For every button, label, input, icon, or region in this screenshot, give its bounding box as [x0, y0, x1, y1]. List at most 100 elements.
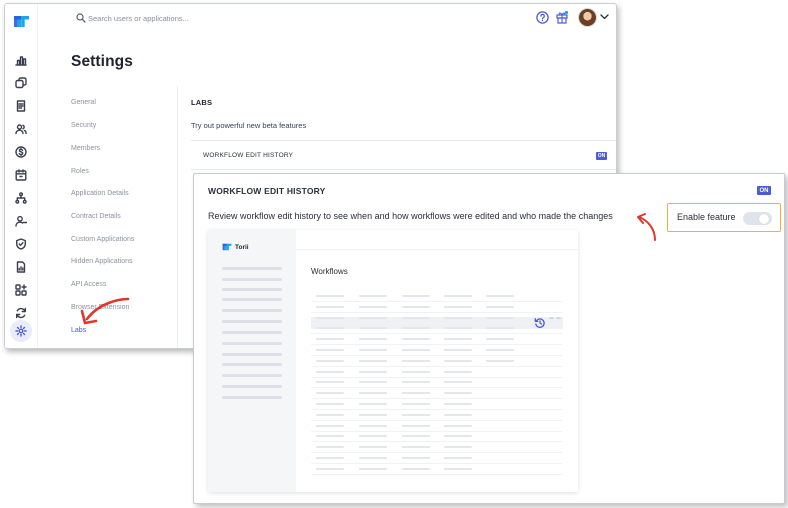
preview-table-cell: [402, 338, 430, 341]
preview-table-cell: [444, 392, 472, 395]
preview-table-cell: [359, 305, 387, 308]
preview-table-cell: [402, 316, 430, 319]
preview-logo: Torii: [222, 243, 249, 251]
chevron-down-icon[interactable]: [600, 14, 609, 20]
preview-row-divider: [311, 441, 563, 443]
sync-icon[interactable]: [13, 305, 29, 321]
preview-table-cell: [486, 305, 514, 308]
preview-table-cell: [316, 413, 344, 416]
nav-item-roles[interactable]: Roles: [71, 168, 89, 175]
preview-sidebar-bar: [222, 331, 282, 334]
feature-row-workflow-edit-history[interactable]: WORKFLOW EDIT HISTORY ON: [191, 140, 616, 170]
preview-table-cell: [549, 316, 554, 319]
preview-row-divider: [311, 301, 563, 302]
preview-table-cell: [402, 349, 430, 351]
search-icon: [76, 13, 86, 23]
preview-row-divider: [311, 409, 563, 410]
preview-table-cell: [402, 327, 430, 330]
preview-row-divider: [311, 473, 563, 475]
nav-divider: [177, 86, 178, 348]
preview-table-cell: [316, 305, 344, 308]
renewals-icon[interactable]: [13, 167, 29, 183]
preview-table-cell: [316, 327, 344, 330]
preview-row-divider: [311, 419, 563, 421]
preview-table-cell: [402, 381, 430, 384]
nav-item-general[interactable]: General: [71, 99, 96, 106]
help-icon[interactable]: [536, 11, 549, 24]
preview-table-cell: [402, 413, 430, 416]
page-title: Settings: [71, 53, 133, 70]
preview-sidebar-bar: [222, 309, 282, 312]
workflows-icon[interactable]: [13, 190, 29, 206]
contracts-icon[interactable]: [13, 98, 29, 114]
preview-table-cell: [316, 424, 344, 427]
preview-table-cell: [402, 295, 430, 297]
nav-item-custom-applications[interactable]: Custom Applications: [71, 236, 134, 243]
gift-icon[interactable]: [555, 10, 569, 24]
preview-table-cell: [359, 403, 387, 405]
preview-row-divider: [311, 365, 563, 367]
preview-table-cell: [359, 359, 387, 362]
search-input[interactable]: [88, 11, 288, 25]
preview-table-cell: [359, 392, 387, 395]
preview-sidebar-bar: [222, 385, 282, 388]
preview-table-cell: [316, 359, 344, 362]
preview-table-cell: [359, 316, 387, 319]
preview-table-cell: [402, 403, 430, 405]
preview-table-cell: [444, 403, 472, 405]
offboarding-icon[interactable]: [13, 213, 29, 229]
preview-table-cell: [359, 370, 387, 373]
nav-item-hidden-applications[interactable]: Hidden Applications: [71, 258, 133, 265]
reports-icon[interactable]: [13, 259, 29, 275]
preview-sidebar-bar: [222, 374, 282, 377]
preview-table-cell: [316, 457, 344, 459]
preview-row-divider: [311, 463, 563, 464]
preview-table-cell: [402, 435, 430, 438]
preview-sidebar-bar: [222, 267, 282, 270]
preview-title: Workflows: [311, 267, 348, 276]
preview-topbar: [296, 230, 578, 250]
preview-table-cell: [402, 392, 430, 395]
integrations-icon[interactable]: [13, 282, 29, 298]
preview-table-cell: [359, 327, 387, 330]
preview-sidebar-bar: [222, 320, 282, 323]
preview-illustration: Torii Workflows: [208, 230, 578, 492]
preview-sidebar-bar: [222, 298, 282, 301]
users-icon[interactable]: [13, 121, 29, 137]
nav-item-security[interactable]: Security: [71, 122, 96, 129]
applications-icon[interactable]: [13, 75, 29, 91]
preview-table-cell: [444, 327, 472, 330]
preview-table-cell: [359, 435, 387, 438]
preview-table-cell: [359, 295, 387, 297]
preview-table-cell: [316, 338, 344, 341]
nav-item-application-details[interactable]: Application Details: [71, 190, 129, 197]
preview-sidebar-bar: [222, 342, 282, 345]
avatar[interactable]: [578, 8, 597, 27]
preview-table-cell: [316, 467, 344, 470]
preview-table-cell: [402, 370, 430, 373]
preview-table-cell: [444, 305, 472, 308]
preview-table-cell: [359, 338, 387, 341]
preview-table-cell: [402, 359, 430, 362]
preview-table-cell: [316, 295, 344, 297]
security-icon[interactable]: [13, 236, 29, 252]
expenses-icon[interactable]: [13, 144, 29, 160]
preview-table-cell: [444, 435, 472, 438]
preview-table-cell: [359, 446, 387, 449]
nav-item-contract-details[interactable]: Contract Details: [71, 213, 121, 220]
preview-table-cell: [359, 424, 387, 427]
nav-item-api-access[interactable]: API Access: [71, 281, 106, 288]
settings-icon[interactable]: [10, 320, 32, 342]
history-icon: [534, 318, 545, 328]
dashboard-icon[interactable]: [13, 52, 29, 68]
preview-table-cell: [316, 403, 344, 405]
enable-feature-toggle[interactable]: [743, 212, 772, 225]
preview-row-divider: [311, 311, 563, 313]
panel-title: WORKFLOW EDIT HISTORY: [208, 186, 326, 196]
preview-table-cell: [316, 316, 344, 319]
annotation-arrow-icon: [80, 297, 130, 325]
preview-table-cell: [359, 381, 387, 384]
labs-heading: LABS: [191, 98, 213, 107]
nav-item-members[interactable]: Members: [71, 145, 100, 152]
torii-logo-icon[interactable]: [13, 15, 30, 28]
